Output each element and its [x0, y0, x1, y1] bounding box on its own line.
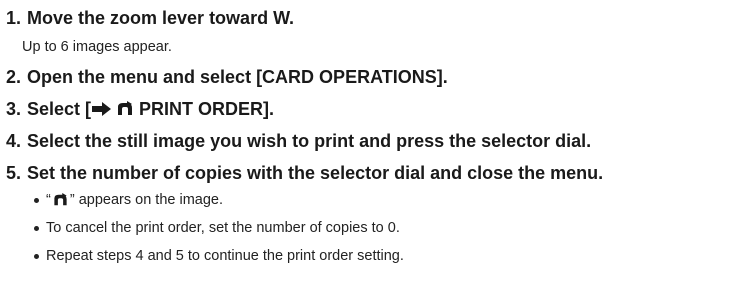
step-number: 5. — [6, 163, 22, 183]
step-text-prefix: Select [ — [27, 99, 92, 119]
step-3: 3. Select [ PRINT ORDER]. — [6, 98, 751, 120]
bullet-icon — [34, 197, 39, 203]
step-number: 2. — [6, 67, 22, 87]
bullet-text: Repeat steps 4 and 5 to continue the pri… — [46, 248, 404, 264]
right-arrow-icon — [91, 101, 113, 117]
bullet-text: To cancel the print order, set the numbe… — [46, 220, 400, 236]
step-2: 2. Open the menu and select [CARD OPERATI… — [6, 66, 751, 88]
print-order-icon — [116, 101, 134, 117]
instructions-page: 1. Move the zoom lever toward W. Up to 6 … — [0, 0, 751, 298]
list-item: To cancel the print order, set the numbe… — [34, 219, 751, 237]
step-1: 1. Move the zoom lever toward W. — [6, 7, 751, 29]
step-4: 4. Select the still image you wish to pri… — [6, 130, 751, 152]
step-number: 4. — [6, 131, 22, 151]
step-5: 5. Set the number of copies with the sele… — [6, 162, 751, 184]
bullet-prefix: “ — [46, 192, 51, 208]
step-text: Set the number of copies with the select… — [27, 163, 604, 183]
step-text: Select the still image you wish to print… — [27, 131, 592, 151]
step-number: 1. — [6, 8, 22, 28]
step-text-suffix: PRINT ORDER]. — [134, 99, 275, 119]
step-text: Open the menu and select [CARD OPERATION… — [27, 67, 448, 87]
step-1-note: Up to 6 images appear. — [22, 39, 172, 55]
list-item: “ ” appears on the image. — [34, 191, 751, 209]
bullet-icon — [34, 225, 39, 231]
bullet-suffix: ” appears on the image. — [69, 192, 223, 208]
list-item: Repeat steps 4 and 5 to continue the pri… — [34, 247, 751, 265]
bullet-icon — [34, 253, 39, 259]
step-number: 3. — [6, 99, 22, 119]
step-text: Move the zoom lever toward W. — [27, 8, 295, 28]
print-order-icon — [52, 193, 69, 207]
step-5-notes: “ ” appears on the image. To cancel the … — [6, 191, 751, 265]
